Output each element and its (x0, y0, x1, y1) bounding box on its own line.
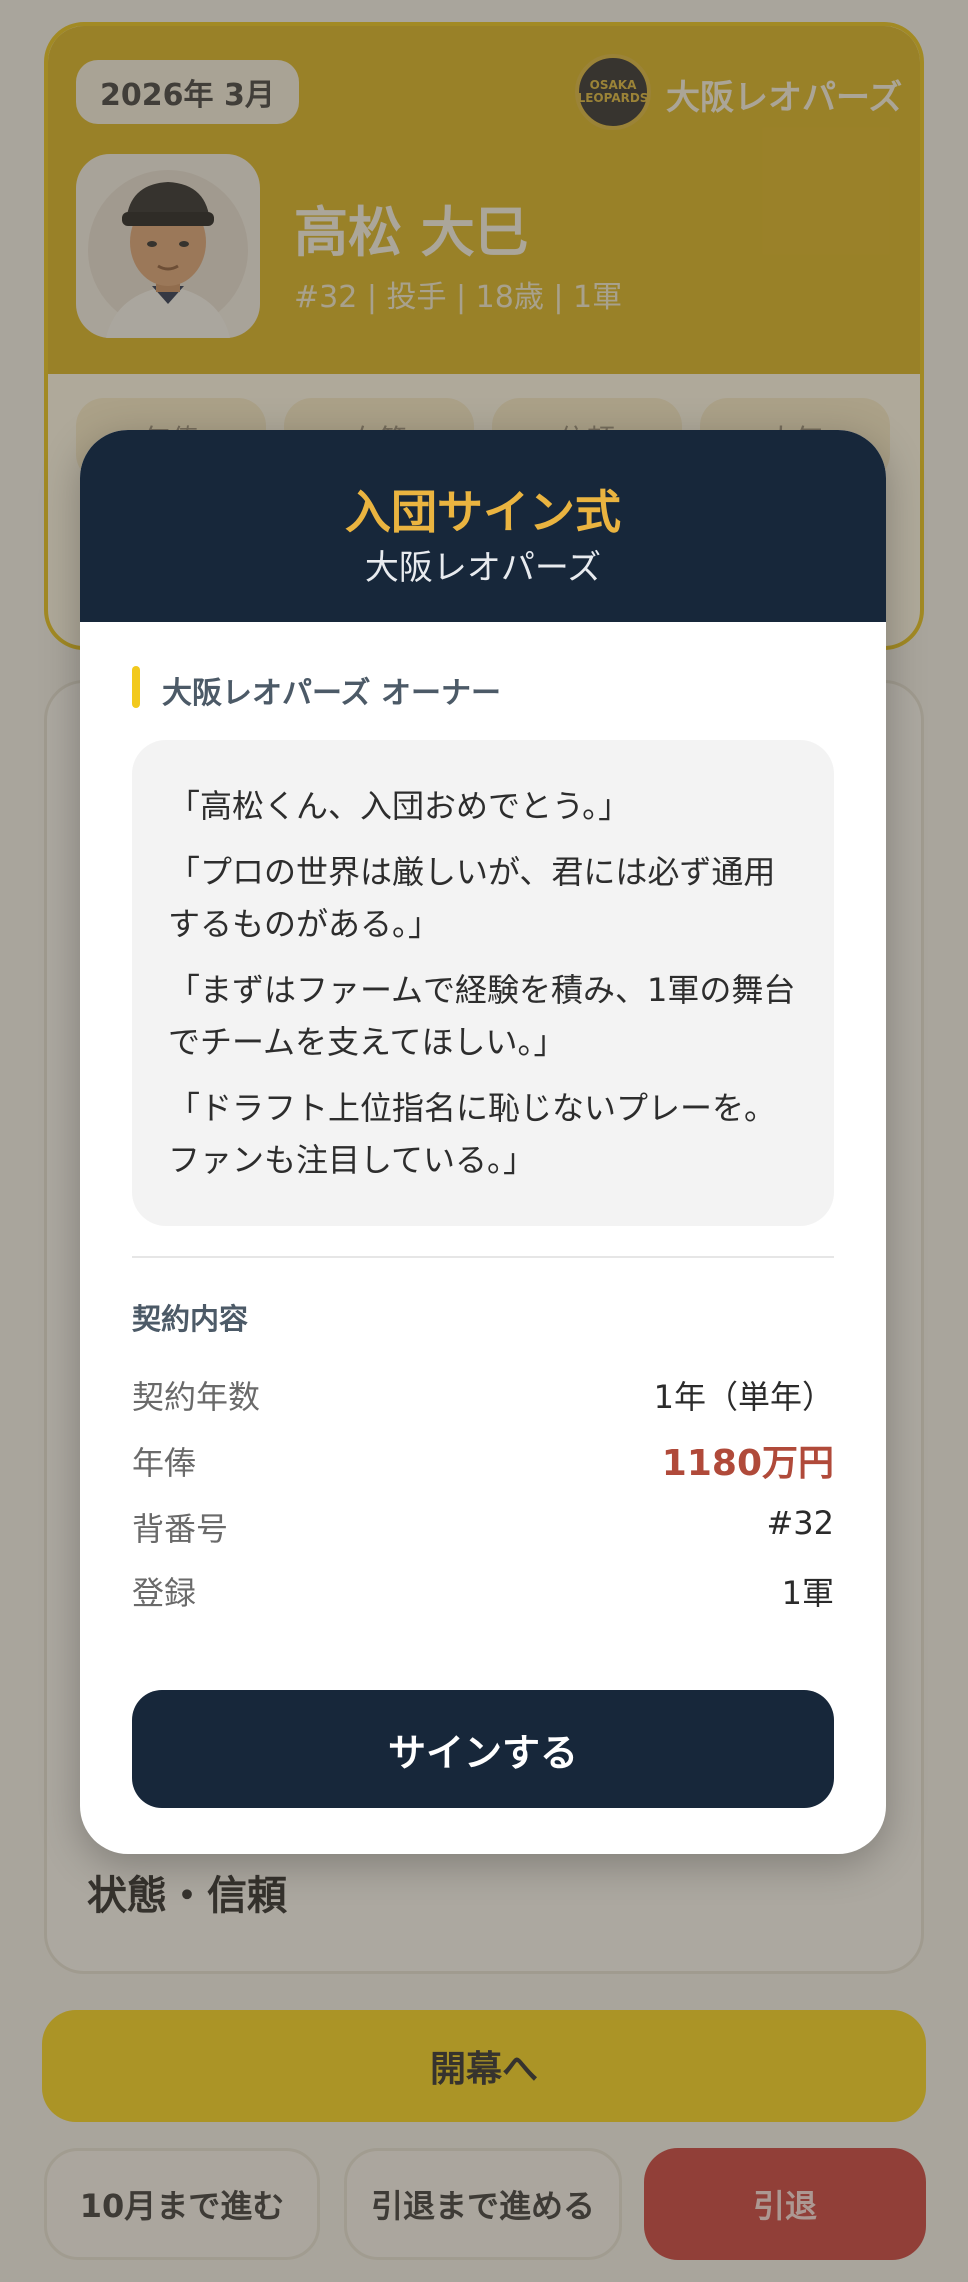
modal-subtitle: 大阪レオパーズ (364, 548, 602, 588)
speech-line: 「プロの世界は厳しいが、君には必ず通用するものがある。」 (168, 853, 776, 943)
speaker-accent-bar (132, 666, 140, 708)
registration-label: 登録 (132, 1574, 197, 1612)
sign-button[interactable]: サインする (132, 1690, 834, 1808)
speech-line: 「ドラフト上位指名に恥じないプレーを。ファンも注目している。」 (168, 1089, 777, 1179)
uniform-number-value: #32 (766, 1504, 834, 1542)
contract-years-label: 契約年数 (132, 1378, 261, 1416)
speaker-name: 大阪レオパーズ オーナー (162, 676, 501, 711)
contract-title: 契約内容 (132, 1302, 249, 1336)
modal-title: 入団サイン式 (345, 485, 621, 539)
divider (132, 1256, 834, 1258)
modal-header: 入団サイン式 大阪レオパーズ (80, 430, 886, 622)
speech-line: 「高松くん、入団おめでとう。」 (168, 787, 631, 825)
signing-modal: 入団サイン式 大阪レオパーズ 大阪レオパーズ オーナー 「高松くん、入団おめでと… (80, 430, 886, 1854)
speech-box: 「高松くん、入団おめでとう。」 「プロの世界は厳しいが、君には必ず通用するものが… (132, 740, 834, 1226)
registration-value: 1軍 (781, 1574, 834, 1612)
salary-label: 年俸 (132, 1444, 197, 1482)
salary-value: 1180万円 (661, 1443, 834, 1484)
uniform-number-label: 背番号 (132, 1510, 229, 1548)
speech-line: 「まずはファームで経験を積み、1軍の舞台でチームを支えてほしい。」 (168, 971, 796, 1061)
contract-years-value: 1年（単年） (653, 1378, 834, 1416)
